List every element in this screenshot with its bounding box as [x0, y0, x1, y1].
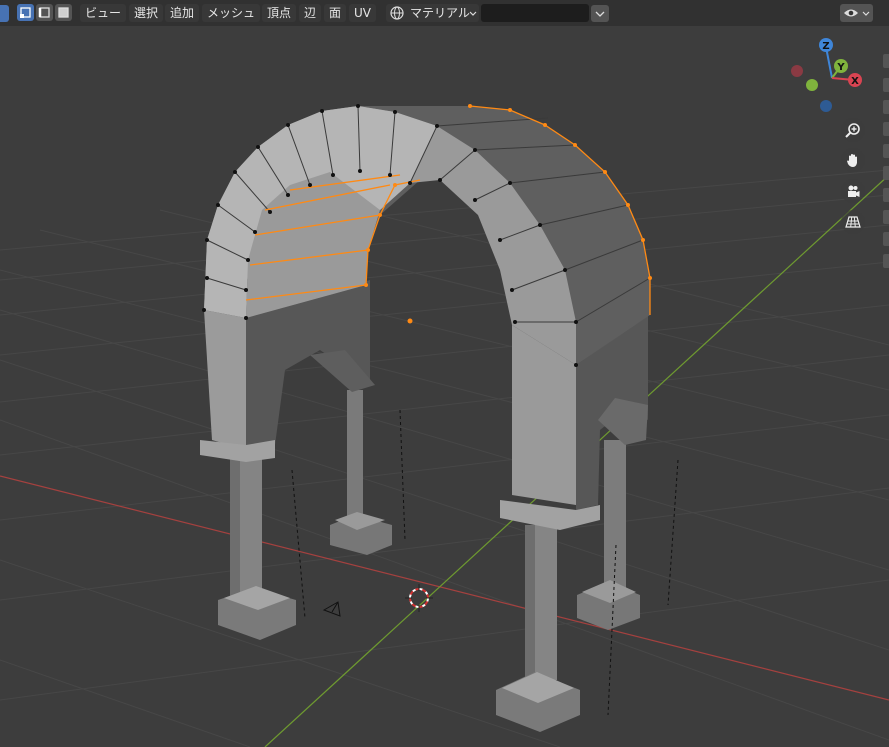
face-select-mode-button[interactable]: [55, 4, 72, 21]
menu-mesh[interactable]: メッシュ: [202, 4, 261, 22]
chevron-down-icon: [862, 11, 870, 16]
edge-select-mode-button[interactable]: [36, 4, 53, 21]
gizmo-y-label: Y: [836, 62, 845, 73]
sidebar-tab[interactable]: [883, 100, 889, 114]
scene-camera-object[interactable]: [322, 601, 341, 617]
gizmo-x-label: X: [851, 76, 859, 87]
eye-icon: [844, 9, 858, 17]
front-right-column: [496, 525, 580, 732]
navigation-gizmo[interactable]: Z Y X: [791, 38, 862, 112]
zoom-button[interactable]: [841, 118, 865, 142]
sidebar-tab[interactable]: [883, 232, 889, 246]
search-options-button[interactable]: [591, 5, 609, 22]
camera-view-button[interactable]: [841, 179, 865, 203]
menu-view[interactable]: ビュー: [80, 4, 127, 22]
left-edge-button[interactable]: [0, 5, 9, 22]
visibility-toggle-button[interactable]: [840, 4, 873, 22]
sidebar-tab[interactable]: [883, 78, 889, 92]
menu-vertex[interactable]: 頂点: [262, 4, 297, 22]
vertex-select-icon: [20, 7, 31, 18]
perspective-toggle-button[interactable]: [841, 210, 865, 234]
hand-pan-icon: [847, 154, 857, 167]
transform-orientation-label: マテリアル: [410, 6, 470, 20]
3d-cursor[interactable]: [405, 584, 433, 612]
transform-orientation-dropdown[interactable]: マテリアル: [386, 4, 479, 22]
camera-icon: [848, 185, 860, 197]
gizmo-z-label: Z: [822, 41, 829, 52]
gizmo-neg-x: [791, 65, 803, 77]
menu-edge[interactable]: 辺: [299, 4, 322, 22]
edge-select-icon: [38, 7, 50, 18]
menu-select[interactable]: 選択: [129, 4, 164, 22]
menu-face[interactable]: 面: [324, 4, 347, 22]
grid-perspective-icon: [845, 216, 861, 228]
viewport-header: ビュー 選択 追加 メッシュ 頂点 辺 面 UV マテリアル: [0, 0, 889, 26]
face-select-icon: [58, 7, 69, 18]
sidebar-n-panel[interactable]: [880, 26, 889, 276]
menu-uv[interactable]: UV: [349, 4, 376, 22]
sidebar-tab[interactable]: [883, 166, 889, 180]
pan-button[interactable]: [841, 148, 865, 172]
x-axis-line: [0, 475, 889, 701]
sidebar-tab[interactable]: [883, 54, 889, 68]
back-left-column: [330, 390, 392, 555]
sidebar-tab[interactable]: [883, 144, 889, 158]
search-input[interactable]: [481, 4, 589, 22]
sidebar-tab[interactable]: [883, 254, 889, 268]
sidebar-tab[interactable]: [883, 210, 889, 224]
zoom-icon: [845, 123, 860, 138]
sphere-shading-icon: [390, 6, 404, 20]
menu-add[interactable]: 追加: [165, 4, 200, 22]
chevron-down-icon: [595, 11, 605, 17]
vertex-select-mode-button[interactable]: [17, 4, 34, 21]
sidebar-tab[interactable]: [883, 122, 889, 136]
3d-viewport[interactable]: Z Y X: [0, 0, 889, 747]
floor-grid: [0, 169, 889, 747]
gizmo-neg-z: [820, 100, 832, 112]
sidebar-tab[interactable]: [883, 188, 889, 202]
gizmo-neg-y: [806, 79, 818, 91]
chevron-down-icon: [469, 11, 477, 16]
